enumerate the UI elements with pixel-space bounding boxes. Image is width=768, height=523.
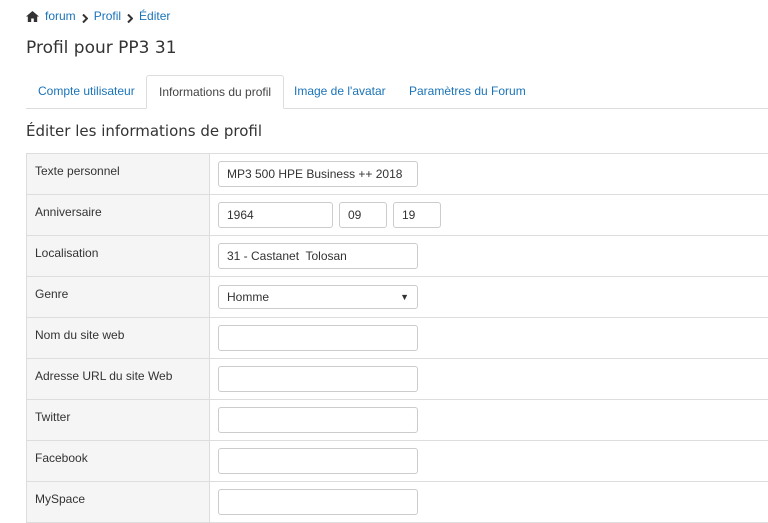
- birthday-label: Anniversaire: [26, 195, 210, 235]
- location-label: Localisation: [26, 236, 210, 276]
- form-row-gender: Genre Homme ▼: [26, 277, 768, 318]
- profile-tabs: Compte utilisateur Informations du profi…: [26, 75, 768, 109]
- chevron-right-icon: [81, 12, 89, 23]
- form-row-myspace: MySpace: [26, 482, 768, 523]
- facebook-input[interactable]: [218, 448, 418, 474]
- breadcrumb-editer-link[interactable]: Éditer: [139, 9, 170, 23]
- birthday-year-input[interactable]: [218, 202, 333, 228]
- tab-parametres-du-forum[interactable]: Paramètres du Forum: [397, 75, 538, 107]
- website-url-input[interactable]: [218, 366, 418, 392]
- gender-selected-value: Homme: [227, 290, 270, 304]
- section-title: Éditer les informations de profil: [26, 122, 263, 140]
- gender-select[interactable]: Homme ▼: [218, 285, 418, 309]
- chevron-right-icon: [127, 12, 134, 23]
- twitter-input[interactable]: [218, 407, 418, 433]
- location-input[interactable]: [218, 243, 418, 269]
- myspace-label: MySpace: [26, 482, 210, 522]
- form-row-location: Localisation: [26, 236, 768, 277]
- tab-compte-utilisateur[interactable]: Compte utilisateur: [26, 75, 147, 107]
- birthday-month-input[interactable]: [339, 202, 387, 228]
- website-name-label: Nom du site web: [26, 318, 210, 358]
- personal-text-input[interactable]: [218, 161, 418, 187]
- myspace-input[interactable]: [218, 489, 418, 515]
- page-title: Profil pour PP3 31: [26, 38, 177, 58]
- personal-text-label: Texte personnel: [26, 154, 210, 194]
- twitter-label: Twitter: [26, 400, 210, 440]
- form-row-facebook: Facebook: [26, 441, 768, 482]
- facebook-label: Facebook: [26, 441, 210, 481]
- chevron-down-icon: ▼: [400, 292, 409, 302]
- form-row-twitter: Twitter: [26, 400, 768, 441]
- breadcrumb-profil-link[interactable]: Profil: [94, 9, 121, 23]
- form-row-personal-text: Texte personnel: [26, 154, 768, 195]
- website-name-input[interactable]: [218, 325, 418, 351]
- form-row-website-url: Adresse URL du site Web: [26, 359, 768, 400]
- form-row-website-name: Nom du site web: [26, 318, 768, 359]
- form-row-birthday: Anniversaire: [26, 195, 768, 236]
- breadcrumb-forum-link[interactable]: forum: [45, 9, 76, 23]
- birthday-day-input[interactable]: [393, 202, 441, 228]
- gender-label: Genre: [26, 277, 210, 317]
- profile-form: Texte personnel Anniversaire Localisatio…: [26, 153, 768, 523]
- tab-image-avatar[interactable]: Image de l'avatar: [282, 75, 398, 107]
- website-url-label: Adresse URL du site Web: [26, 359, 210, 399]
- home-icon[interactable]: [26, 10, 39, 22]
- tab-informations-du-profil[interactable]: Informations du profil: [146, 75, 285, 109]
- breadcrumb: forum Profil Éditer: [26, 8, 170, 24]
